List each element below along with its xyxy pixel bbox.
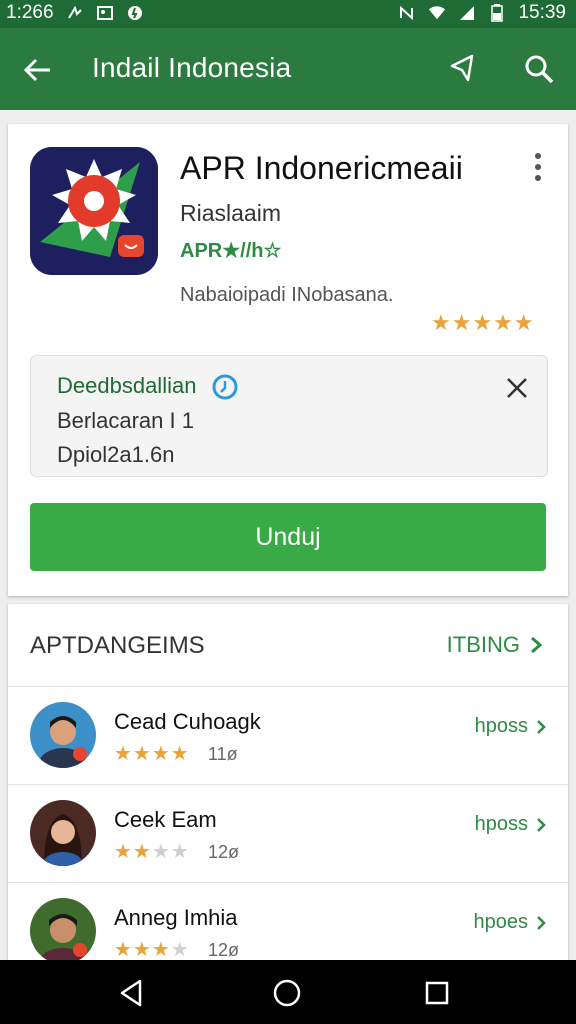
status-bar: 1:266 15:39 xyxy=(0,0,576,28)
chevron-right-icon xyxy=(531,636,542,654)
reviews-card: APTDANGEIMS ITBING Cead Cuhoagk ★★★★ 11ø… xyxy=(8,604,568,964)
review-count: 12ø xyxy=(208,842,240,862)
share-icon[interactable] xyxy=(448,52,480,84)
info-icon[interactable] xyxy=(211,373,239,401)
recents-nav-icon[interactable] xyxy=(420,976,454,1010)
app-name: APR Indonericmeaii xyxy=(180,150,463,186)
review-row[interactable]: Cead Cuhoagk ★★★★ 11ø hposs xyxy=(8,687,568,785)
back-nav-icon[interactable] xyxy=(114,976,148,1010)
notification-icon xyxy=(66,4,84,22)
notice-line-1: Berlacaran I 1 xyxy=(57,408,194,433)
section-more-link[interactable]: ITBING xyxy=(447,632,542,658)
close-icon[interactable] xyxy=(505,376,529,400)
app-rating-stars: ★★★★★ xyxy=(431,310,535,335)
avatar xyxy=(30,702,96,768)
back-arrow-icon[interactable] xyxy=(22,54,54,86)
notice-line-2: Dpiol2a1.6n xyxy=(57,442,175,467)
app-icon xyxy=(30,147,158,275)
section-title: APTDANGEIMS xyxy=(30,632,205,659)
review-action-link[interactable]: hposs xyxy=(475,813,546,836)
reviewer-name: Ceek Eam xyxy=(114,807,217,832)
review-stars: ★★★★ xyxy=(114,841,190,863)
status-time-right: 15:39 xyxy=(518,2,566,23)
wifi-icon xyxy=(428,4,446,22)
chevron-right-icon xyxy=(537,817,546,832)
review-row[interactable]: Ceek Eam ★★★★ 12ø hposs xyxy=(8,785,568,883)
review-action-label: hposs xyxy=(474,813,528,835)
avatar xyxy=(30,800,96,866)
section-header: APTDANGEIMS ITBING xyxy=(8,604,568,687)
app-bar: Indail Indonesia xyxy=(0,28,576,110)
section-more-label: ITBING xyxy=(446,632,520,657)
app-notification-icon xyxy=(126,4,144,22)
status-time-left: 1:266 xyxy=(6,2,54,23)
reviewer-name: Anneg Imhia xyxy=(114,905,238,930)
review-count: 12ø xyxy=(208,940,240,960)
image-notification-icon xyxy=(96,4,114,22)
notice-title: Deedbsdallian xyxy=(57,373,197,398)
reviewer-name: Cead Cuhoagk xyxy=(114,709,261,734)
notice-box: Deedbsdallian Berlacaran I 1 Dpiol2a1.6n xyxy=(30,355,548,477)
chevron-right-icon xyxy=(537,719,546,734)
app-subtitle: Nabaioipadi INobasana. xyxy=(180,284,394,306)
more-options-icon[interactable] xyxy=(528,152,548,182)
app-tagline: APR★//h☆ xyxy=(180,240,282,262)
signal-icon xyxy=(458,4,476,22)
navigation-bar xyxy=(0,960,576,1024)
review-action-link[interactable]: hposs xyxy=(475,715,546,738)
review-action-label: hposs xyxy=(474,715,528,737)
avatar xyxy=(30,898,96,964)
developer-name[interactable]: Riaslaaim xyxy=(180,200,281,227)
review-action-link[interactable]: hpoes xyxy=(474,911,547,934)
app-bar-title: Indail Indonesia xyxy=(92,52,292,83)
app-info-card: APR Indonericmeaii Riaslaaim APR★//h☆ Na… xyxy=(8,124,568,596)
review-stars: ★★★★ xyxy=(114,939,190,961)
review-count: 11ø xyxy=(208,744,238,764)
review-action-label: hpoes xyxy=(473,911,529,933)
review-stars: ★★★★ xyxy=(114,743,190,765)
install-button[interactable]: Unduj xyxy=(30,503,546,571)
nfc-icon xyxy=(398,4,416,22)
home-nav-icon[interactable] xyxy=(270,976,304,1010)
battery-icon xyxy=(488,4,506,22)
search-icon[interactable] xyxy=(522,52,556,86)
chevron-right-icon xyxy=(537,915,546,930)
